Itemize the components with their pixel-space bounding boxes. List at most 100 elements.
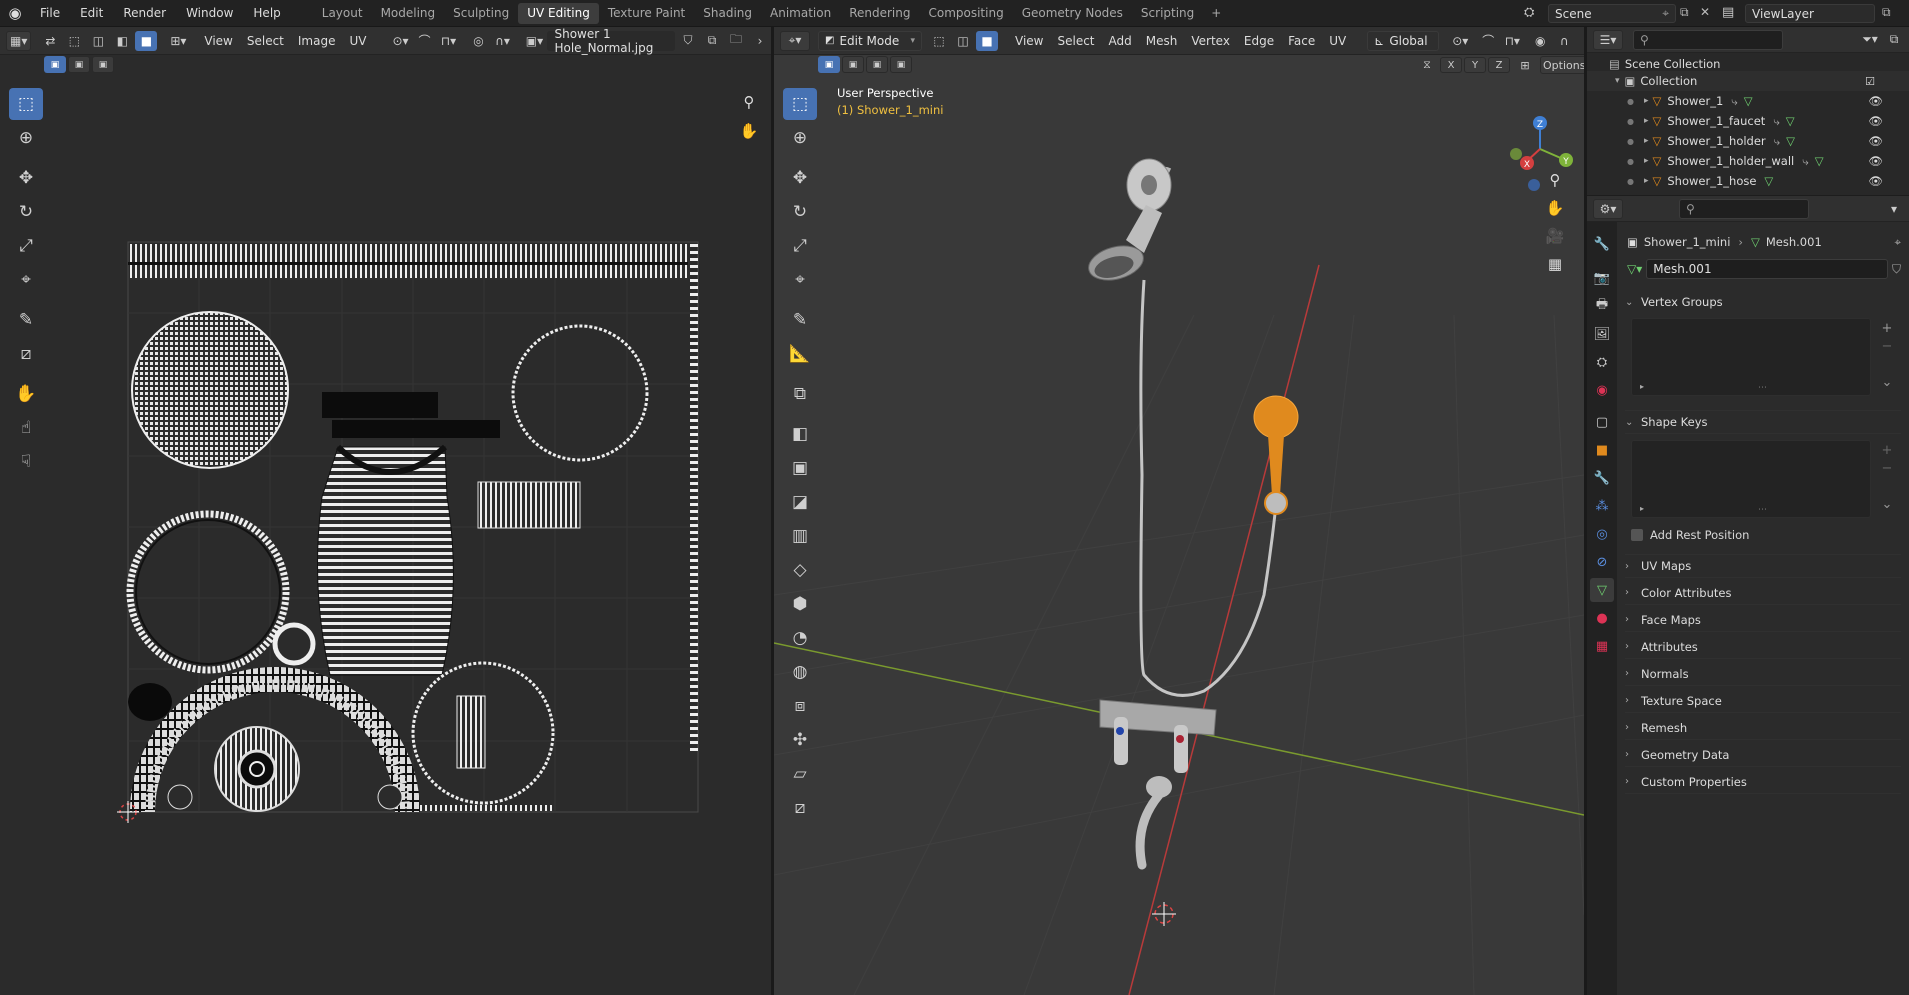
visibility-eye-icon[interactable]: 👁: [1868, 174, 1883, 188]
menu-help[interactable]: Help: [243, 6, 290, 20]
expand-chevron-icon[interactable]: ▸: [1644, 136, 1649, 146]
scene-tab-icon[interactable]: ⛭: [1590, 350, 1614, 374]
expand-chevron-icon[interactable]: ▾: [1615, 76, 1620, 86]
mesh-browse-icon[interactable]: ▽▾: [1627, 262, 1642, 276]
menu-edit[interactable]: Edit: [70, 6, 113, 20]
tab-layout[interactable]: Layout: [313, 3, 372, 24]
outliner-item[interactable]: ● ▸ ▽ Shower_1_holder_wall ⤷ ▽ 👁: [1587, 151, 1909, 171]
vertex-select-mode-icon[interactable]: ⬚: [928, 31, 950, 51]
shape-key-menu-icon[interactable]: ⌄: [1879, 496, 1895, 512]
view-layer-selector[interactable]: ViewLayer: [1745, 4, 1875, 23]
edge-slide-tool-icon[interactable]: ⧈: [783, 690, 817, 722]
outliner-item[interactable]: ● ▸ ▽ Shower_1 ⤷ ▽ 👁: [1587, 91, 1909, 111]
viewport-menu-select[interactable]: Select: [1050, 34, 1101, 48]
view-layer-icon[interactable]: ▤: [1722, 5, 1734, 20]
menu-file[interactable]: File: [30, 6, 70, 20]
new-view-layer-icon[interactable]: ⧉: [1882, 5, 1891, 20]
loop-cut-tool-icon[interactable]: ▥: [783, 520, 817, 552]
transform-orientation-selector[interactable]: ⊾ Global: [1367, 30, 1440, 51]
outliner-collection[interactable]: ▾ ▣ Collection ☑: [1587, 71, 1909, 91]
tab-texture-paint[interactable]: Texture Paint: [599, 3, 694, 24]
inset-tool-icon[interactable]: ▣: [783, 452, 817, 484]
mesh-data-tab-icon[interactable]: ▽: [1590, 578, 1614, 602]
new-scene-icon[interactable]: ⧉: [1680, 5, 1689, 20]
visibility-eye-icon[interactable]: 👁: [1868, 154, 1883, 168]
modifier-tab-icon[interactable]: 🔧: [1590, 466, 1614, 490]
panel-texture-space[interactable]: › Texture Space: [1625, 689, 1901, 713]
viewport-menu-view[interactable]: View: [1008, 34, 1050, 48]
panel-geometry-data[interactable]: › Geometry Data: [1625, 743, 1901, 767]
bevel-tool-icon[interactable]: ◪: [783, 486, 817, 518]
output-tab-icon[interactable]: 🖶: [1590, 294, 1614, 318]
ortho-toggle-icon[interactable]: ▦: [1542, 251, 1568, 277]
viewport-menu-edge[interactable]: Edge: [1237, 34, 1281, 48]
poly-build-tool-icon[interactable]: ⬢: [783, 588, 817, 620]
pivot-point-icon[interactable]: ⊙▾: [1449, 31, 1471, 51]
outliner-item[interactable]: ● ▸ ▽ Shower_1_holder ⤷ ▽ 👁: [1587, 131, 1909, 151]
panel-color-attributes[interactable]: › Color Attributes: [1625, 581, 1901, 605]
smooth-tool-icon[interactable]: ◍: [783, 656, 817, 688]
list-resize-grip-icon[interactable]: ⋯: [1758, 505, 1767, 515]
fake-user-shield-icon[interactable]: ⛉: [1892, 262, 1901, 277]
delete-scene-icon[interactable]: ✕: [1700, 5, 1710, 19]
face-select-mode-icon[interactable]: ■: [976, 30, 998, 51]
vertex-group-menu-icon[interactable]: ⌄: [1879, 374, 1895, 390]
scene-selector[interactable]: Scene ⌖: [1548, 4, 1676, 23]
shrink-fatten-tool-icon[interactable]: ✣: [783, 724, 817, 756]
vp-rotate-tool-icon[interactable]: ↻: [783, 196, 817, 228]
add-vertex-group-button[interactable]: +: [1879, 320, 1895, 336]
tool-tab-icon[interactable]: 🔧: [1590, 232, 1614, 256]
panel-vertex-groups[interactable]: ⌄ Vertex Groups: [1625, 290, 1901, 314]
object-tab-icon[interactable]: ■: [1590, 438, 1614, 462]
vp-select-box-tool-icon[interactable]: ⬚: [783, 88, 817, 120]
tab-geometry-nodes[interactable]: Geometry Nodes: [1013, 3, 1132, 24]
list-resize-grip-icon[interactable]: ⋯: [1758, 383, 1767, 393]
panel-remesh[interactable]: › Remesh: [1625, 716, 1901, 740]
collection-checkbox[interactable]: ☑: [1865, 75, 1875, 88]
knife-tool-icon[interactable]: ◇: [783, 554, 817, 586]
viewport-falloff-icon[interactable]: ∩: [1553, 31, 1575, 51]
texture-tab-icon[interactable]: ▦: [1590, 634, 1614, 658]
tab-animation[interactable]: Animation: [761, 3, 840, 24]
vp-scale-tool-icon[interactable]: ⤢: [783, 230, 817, 262]
expand-chevron-icon[interactable]: ▸: [1644, 96, 1649, 106]
viewport-menu-vertex[interactable]: Vertex: [1184, 34, 1237, 48]
viewport-menu-uv[interactable]: UV: [1322, 34, 1353, 48]
vp-measure-tool-icon[interactable]: 📐: [783, 338, 817, 370]
blender-logo-icon[interactable]: ◉: [0, 0, 30, 27]
properties-editor-type-icon[interactable]: ⚙▾: [1593, 198, 1623, 219]
vp-move-tool-icon[interactable]: ✥: [783, 162, 817, 194]
viewport-snap-icon[interactable]: ⌒: [1477, 31, 1499, 51]
viewport-menu-mesh[interactable]: Mesh: [1139, 34, 1185, 48]
uv-canvas[interactable]: [0, 27, 771, 995]
viewport-scene[interactable]: Z Y X: [774, 55, 1584, 995]
tab-uv-editing[interactable]: UV Editing: [518, 2, 599, 24]
expand-chevron-icon[interactable]: ▸: [1644, 116, 1649, 126]
3d-cursor-icon[interactable]: [1152, 902, 1176, 926]
panel-face-maps[interactable]: › Face Maps: [1625, 608, 1901, 632]
render-tab-icon[interactable]: 📷: [1590, 266, 1614, 290]
list-expand-icon[interactable]: ▸: [1640, 382, 1644, 391]
pin-icon[interactable]: ⌖: [1895, 235, 1901, 250]
edge-select-mode-icon[interactable]: ◫: [952, 31, 974, 51]
mesh-name-field[interactable]: Mesh.001: [1646, 259, 1888, 279]
panel-uv-maps[interactable]: › UV Maps: [1625, 554, 1901, 578]
outliner-item[interactable]: ● ▸ ▽ Shower_1_hose ▽ 👁: [1587, 171, 1909, 191]
tab-shading[interactable]: Shading: [694, 3, 761, 24]
material-tab-icon[interactable]: ●: [1590, 606, 1614, 630]
vp-transform-tool-icon[interactable]: ⌖: [783, 264, 817, 296]
viewport-menu-add[interactable]: Add: [1102, 34, 1139, 48]
outliner-editor-type-icon[interactable]: ☰▾: [1593, 29, 1623, 50]
panel-custom-properties[interactable]: › Custom Properties: [1625, 770, 1901, 794]
expand-chevron-icon[interactable]: ▸: [1644, 176, 1649, 186]
filter-icon[interactable]: ⏷▾: [1859, 30, 1881, 50]
constraints-tab-icon[interactable]: ⊘: [1590, 550, 1614, 574]
vp-cursor-tool-icon[interactable]: ⊕: [783, 122, 817, 154]
list-expand-icon[interactable]: ▸: [1640, 504, 1644, 513]
extrude-tool-icon[interactable]: ◧: [783, 418, 817, 450]
physics-tab-icon[interactable]: ◎: [1590, 522, 1614, 546]
menu-window[interactable]: Window: [176, 6, 243, 20]
view-layer-tab-icon[interactable]: 🖼: [1590, 322, 1614, 346]
expand-chevron-icon[interactable]: ▸: [1644, 156, 1649, 166]
viewport-proportional-icon[interactable]: ◉: [1529, 31, 1551, 51]
